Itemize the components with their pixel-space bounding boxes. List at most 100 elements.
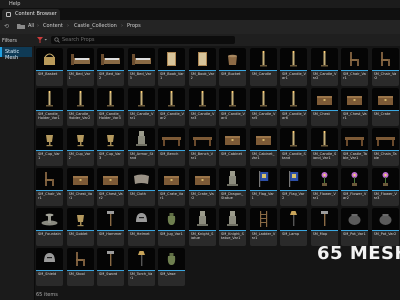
asset-label: SM_Crate [373, 112, 391, 116]
asset-tile[interactable]: SM_Candle_Var1 [280, 48, 307, 86]
breadcrumb-item[interactable]: All [28, 23, 34, 29]
asset-tile[interactable]: SM_Flag_Var1 [249, 168, 277, 206]
asset-tile[interactable]: SM_Chair_Var1 [36, 168, 63, 206]
breadcrumb-item[interactable]: Castle_Collection [74, 23, 117, 29]
search-box[interactable] [51, 36, 235, 44]
asset-tile[interactable]: SM_Bed_Var1 [66, 48, 94, 86]
asset-type-strip [158, 110, 185, 111]
asset-tile[interactable]: SM_Shield [36, 248, 63, 286]
asset-tile[interactable]: SM_Flower_Var2 [341, 168, 368, 206]
asset-tile[interactable]: SM_Knight_Statue_Var1 [219, 208, 246, 246]
asset-tile[interactable]: SM_Knight_Statue [188, 208, 216, 246]
asset-label: SM_Cabinet [221, 152, 243, 156]
asset-tile[interactable]: SM_Chair_Var2 [371, 48, 399, 86]
asset-tile[interactable]: SM_Book_Var1 [158, 48, 185, 86]
asset-tile[interactable]: SM_Jug_Var1 [158, 208, 185, 246]
asset-tile[interactable]: SM_Cup_Var1 [36, 128, 63, 166]
asset-tile[interactable]: SM_Candle_Holder_Var1 [36, 88, 63, 126]
asset-tile[interactable]: SM_Candle_Var6 [280, 88, 307, 126]
asset-label: SM_Cabinet_Var1 [251, 152, 275, 161]
asset-tile[interactable]: SM_Cloth [127, 168, 155, 206]
filter-icon[interactable] [36, 36, 48, 44]
asset-tile[interactable]: SM_Fountain [36, 208, 63, 246]
asset-tile[interactable]: SM_Bed_Var3 [127, 48, 155, 86]
asset-tile[interactable]: SM_Chest_Var1 [66, 168, 94, 206]
asset-tile[interactable]: SM_Castle_Table_Var1 [341, 128, 368, 166]
asset-tile[interactable]: SM_Bench [158, 128, 185, 166]
asset-tile[interactable]: SM_Sword [97, 248, 124, 286]
asset-tile[interactable]: SM_Candle [249, 48, 277, 86]
asset-tile[interactable]: SM_Cabinet [219, 128, 246, 166]
asset-tile[interactable]: SM_Bucket [219, 48, 246, 86]
asset-tile[interactable]: SM_Goblet [66, 208, 94, 246]
breadcrumb-item[interactable]: Props [127, 23, 141, 29]
asset-label: SM_Basket [38, 72, 58, 76]
asset-type-strip [341, 70, 368, 71]
asset-label: SM_Candle_Stand [282, 152, 306, 161]
asset-tile[interactable]: SM_Candle_Holder_Var3 [97, 88, 124, 126]
tab-content-browser[interactable]: Content Browser [2, 9, 60, 20]
search-input[interactable] [62, 36, 232, 44]
asset-tile[interactable]: SM_Candle_Holder_Var2 [66, 88, 94, 126]
asset-tile[interactable]: SM_Crate_Var2 [188, 168, 216, 206]
asset-tile[interactable]: SM_Bed_Var2 [97, 48, 124, 86]
asset-tile[interactable]: SM_Hammer [97, 208, 124, 246]
asset-tile[interactable]: SM_Flower_Var1 [310, 168, 338, 206]
asset-tile[interactable]: SM_Chest [310, 88, 338, 126]
asset-tile[interactable]: SM_Cup_Var3 [97, 128, 124, 166]
asset-tile[interactable]: SM_Mop [310, 208, 338, 246]
menu-help[interactable]: Help [9, 0, 20, 8]
chair-icon [371, 48, 399, 70]
asset-tile[interactable]: SM_Pot_Var1 [341, 208, 368, 246]
asset-label: SM_Cup_Var1 [38, 152, 60, 161]
asset-label: SM_Jug_Var1 [160, 232, 183, 236]
asset-tile[interactable]: SM_Chair_Var1 [341, 48, 368, 86]
pot-icon [341, 208, 368, 230]
asset-tile[interactable]: SM_Dragon_Statue [219, 168, 246, 206]
asset-tile[interactable]: SM_Chain_Table [371, 128, 399, 166]
asset-tile[interactable]: SM_Candle_Var5 [249, 88, 277, 126]
asset-tile[interactable]: SM_Cabinet_Var1 [249, 128, 277, 166]
asset-label: SM_Armor_Stand [129, 152, 154, 161]
asset-label: SM_Candle_Stand_Var1 [312, 152, 337, 161]
asset-label: SM_Chest_Var1 [343, 112, 367, 121]
helmet-icon [127, 208, 155, 230]
asset-tile[interactable]: SM_Flag_Var2 [280, 168, 307, 206]
asset-tile[interactable]: SM_Torch_Var1 [127, 248, 155, 286]
asset-tile[interactable]: SM_Crate_Var1 [158, 168, 185, 206]
statue-icon [219, 208, 246, 230]
asset-type-strip [127, 150, 155, 151]
asset-tile[interactable]: SM_Helmet [127, 208, 155, 246]
asset-tile[interactable]: SM_Armor_Stand [127, 128, 155, 166]
asset-tile[interactable]: SM_Basket [36, 48, 63, 86]
filter-static-mesh[interactable]: Static Mesh [0, 47, 32, 61]
asset-type-strip [280, 230, 307, 231]
asset-tile[interactable]: SM_Candle_Stand [280, 128, 307, 166]
asset-tile[interactable]: SM_Crate [371, 88, 399, 126]
asset-tile[interactable]: SM_Candle_Var3 [188, 88, 216, 126]
asset-tile[interactable]: SM_Book_Var2 [188, 48, 216, 86]
mesh-count-overlay: 65 MESH [317, 243, 400, 264]
asset-type-strip [97, 190, 124, 191]
asset-tile[interactable]: SM_Cup_Var2 [66, 128, 94, 166]
history-icon[interactable]: ⟲ [4, 23, 9, 30]
asset-label: SM_Chest_Var1 [68, 192, 93, 201]
asset-tile[interactable]: SM_Candle_Var2 [310, 48, 338, 86]
asset-tile[interactable]: SM_Bench_Var1 [188, 128, 216, 166]
breadcrumb-item[interactable]: Content [43, 23, 63, 29]
asset-tile[interactable]: SM_Flower_Var3 [371, 168, 399, 206]
asset-tile[interactable]: SM_Ladder_Var1 [249, 208, 277, 246]
asset-label: SM_Lamp [282, 232, 300, 236]
asset-tile[interactable]: SM_Candle_Var4 [219, 88, 246, 126]
asset-tile[interactable]: SM_Stool [66, 248, 94, 286]
asset-tile[interactable]: SM_Chest_Var1 [341, 88, 368, 126]
asset-label: SM_Bench_Var1 [190, 152, 214, 161]
asset-tile[interactable]: SM_Chest_Var2 [97, 168, 124, 206]
asset-tile[interactable]: SM_Lamp [280, 208, 307, 246]
asset-tile[interactable]: SM_Vase [158, 248, 185, 286]
asset-tile[interactable]: SM_Candle_Var2 [158, 88, 185, 126]
asset-type-strip [341, 150, 368, 151]
asset-tile[interactable]: SM_Candle_Stand_Var1 [310, 128, 338, 166]
asset-tile[interactable]: SM_Pot_Var2 [371, 208, 399, 246]
asset-tile[interactable]: SM_Candle_Var1 [127, 88, 155, 126]
